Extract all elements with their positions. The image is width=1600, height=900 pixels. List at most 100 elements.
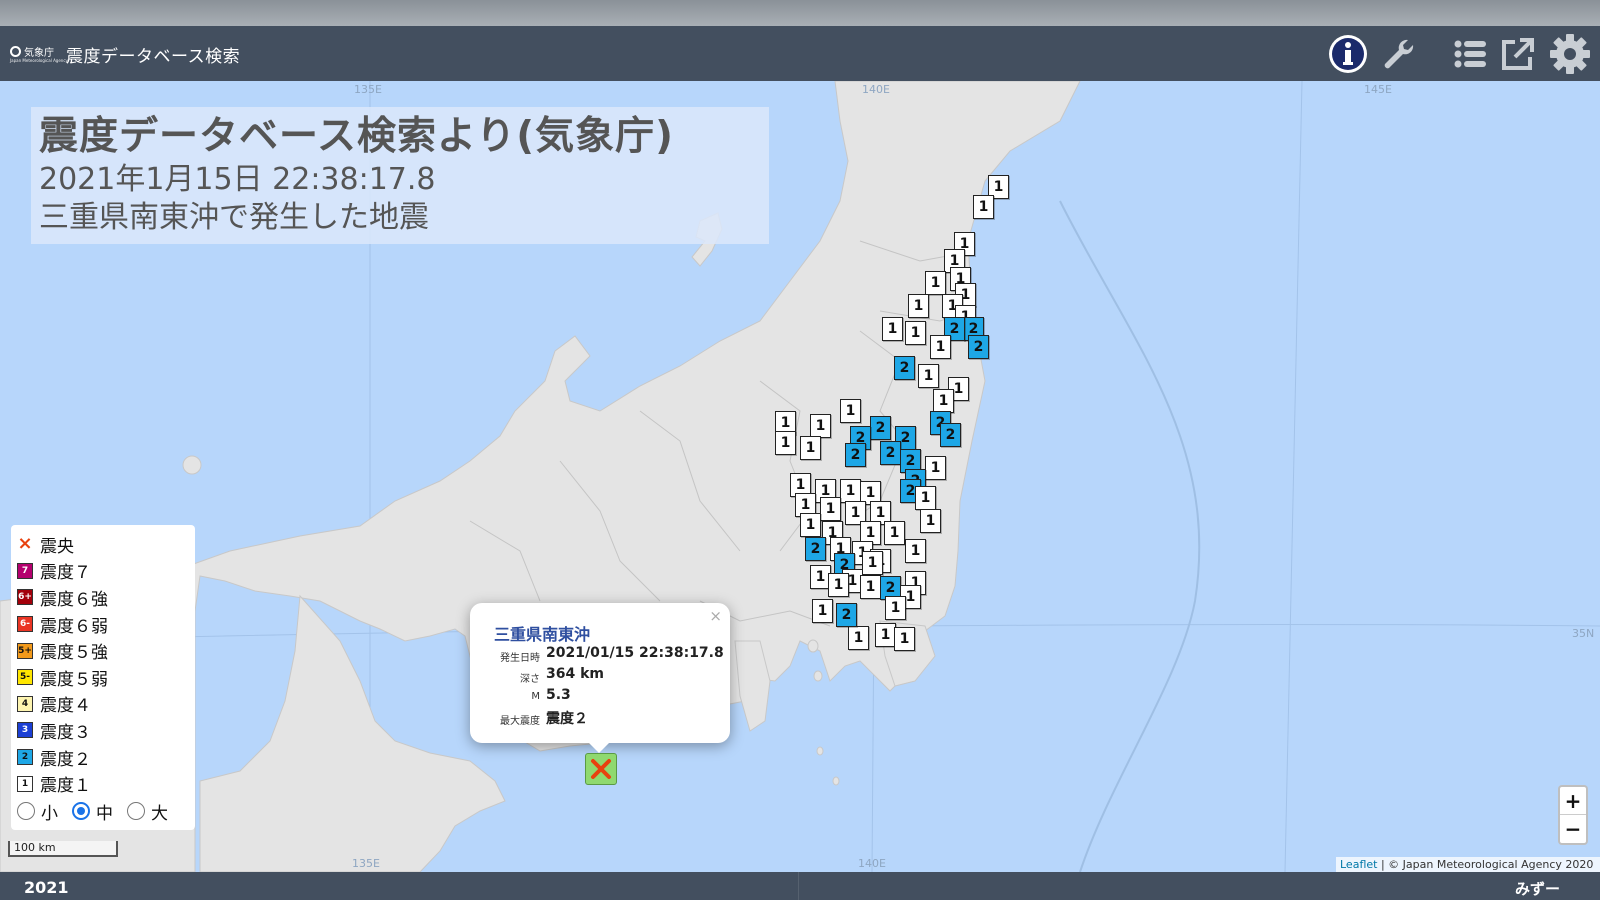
- station-marker[interactable]: 1: [800, 513, 821, 537]
- station-marker[interactable]: 1: [810, 414, 831, 438]
- legend-label: 震央: [40, 536, 74, 557]
- footer-bar: 2021 みずー: [0, 872, 1600, 900]
- jma-logo-subtext: Japan Meteorological Agency: [10, 58, 68, 63]
- tools-button[interactable]: [1376, 32, 1420, 76]
- station-marker[interactable]: 2: [968, 335, 989, 359]
- station-marker[interactable]: 1: [925, 271, 946, 295]
- size-radio-medium[interactable]: [72, 802, 90, 821]
- popup-row: 最大震度 震度２: [478, 708, 728, 728]
- station-marker[interactable]: 2: [940, 423, 961, 447]
- station-marker[interactable]: 1: [840, 399, 861, 423]
- station-marker[interactable]: 1: [862, 551, 883, 575]
- station-marker[interactable]: 2: [805, 537, 826, 561]
- header-bar: 気象庁 Japan Meteorological Agency 震度データベース…: [0, 26, 1600, 81]
- leaflet-link[interactable]: Leaflet: [1340, 858, 1377, 871]
- legend-items: × 震央 7 震度７ 6+ 震度６強 6- 震度６弱 5+ 震度５強 5- 震度５弱 4 震度４ 3 震度３ 2…: [17, 531, 189, 797]
- info-icon: [1329, 35, 1367, 73]
- popup-close-button[interactable]: ×: [709, 607, 722, 625]
- station-marker[interactable]: 1: [925, 456, 946, 480]
- size-label: 中: [96, 803, 113, 824]
- station-marker[interactable]: 2: [894, 356, 915, 380]
- station-marker[interactable]: 2: [845, 443, 866, 467]
- station-marker[interactable]: 1: [915, 486, 936, 510]
- station-marker[interactable]: 1: [775, 431, 796, 455]
- station-marker[interactable]: 1: [875, 623, 896, 647]
- station-marker[interactable]: 2: [880, 441, 901, 465]
- legend-row: 3 震度３: [17, 717, 189, 744]
- legend-row: 6+ 震度６強: [17, 584, 189, 611]
- size-radio-large[interactable]: [127, 802, 145, 821]
- legend-swatch-icon: 5+: [17, 642, 33, 659]
- popup-row: M 5.3: [478, 687, 728, 707]
- info-button[interactable]: [1326, 32, 1370, 76]
- graticule-label: 135E: [352, 857, 380, 870]
- station-marker[interactable]: 1: [828, 573, 849, 597]
- map-view[interactable]: 135E 140E 145E 135E 140E 35N 震度データベース検索よ…: [0, 81, 1600, 872]
- station-marker[interactable]: 1: [905, 539, 926, 563]
- station-marker[interactable]: 1: [908, 294, 929, 318]
- legend-swatch-icon: 2: [17, 749, 33, 766]
- station-marker[interactable]: 1: [918, 364, 939, 388]
- station-marker[interactable]: 1: [812, 599, 833, 623]
- zoom-in-button[interactable]: +: [1560, 787, 1586, 815]
- footer-divider: [798, 872, 799, 900]
- legend-swatch-icon: 3: [17, 722, 33, 739]
- scale-bar: 100 km: [8, 841, 118, 857]
- zoom-control: + −: [1558, 785, 1588, 845]
- legend-row: 2 震度２: [17, 744, 189, 771]
- legend-label: 震度２: [40, 749, 91, 770]
- legend-row: 5- 震度５弱: [17, 664, 189, 691]
- footer-user: みずー: [1514, 880, 1560, 898]
- app-title: 震度データベース検索: [66, 47, 241, 67]
- wrench-icon: [1384, 39, 1414, 69]
- popup-row-value: 震度２: [546, 711, 588, 727]
- external-link-button[interactable]: [1496, 32, 1540, 76]
- zoom-out-button[interactable]: −: [1560, 815, 1586, 843]
- station-marker[interactable]: 1: [860, 575, 881, 599]
- station-marker[interactable]: 1: [933, 389, 954, 413]
- legend-row: 1 震度１: [17, 770, 189, 797]
- station-marker[interactable]: 1: [820, 497, 841, 521]
- station-marker[interactable]: 1: [894, 627, 915, 651]
- jma-logo-text: 気象庁: [24, 48, 54, 59]
- graticule-label: 35N: [1572, 627, 1595, 640]
- size-label: 小: [41, 803, 58, 824]
- epicenter-marker[interactable]: [585, 753, 617, 785]
- size-radio-small[interactable]: [17, 802, 35, 821]
- station-marker[interactable]: 2: [870, 416, 891, 440]
- station-marker[interactable]: 2: [836, 603, 857, 627]
- app-window: 気象庁 Japan Meteorological Agency 震度データベース…: [0, 0, 1600, 900]
- legend-swatch-icon: 1: [17, 775, 33, 792]
- legend-label: 震度３: [40, 722, 91, 743]
- title-overlay: 震度データベース検索より(気象庁) 2021年1月15日 22:38:17.8 …: [31, 107, 769, 244]
- legend-swatch-icon: 6+: [17, 589, 33, 606]
- legend-label: 震度７: [40, 563, 91, 584]
- size-label: 大: [151, 803, 168, 824]
- popup-title: 三重県南東沖: [494, 625, 591, 644]
- station-marker[interactable]: 1: [848, 626, 869, 650]
- station-marker[interactable]: 1: [930, 335, 951, 359]
- station-marker[interactable]: 1: [800, 436, 821, 460]
- station-marker[interactable]: 1: [973, 195, 994, 219]
- station-marker[interactable]: 1: [920, 509, 941, 533]
- station-marker[interactable]: 1: [882, 317, 903, 341]
- list-icon: [1454, 40, 1486, 68]
- station-marker[interactable]: 1: [905, 321, 926, 345]
- settings-button[interactable]: [1548, 32, 1592, 76]
- graticule-label: 140E: [862, 83, 890, 96]
- station-marker[interactable]: 1: [885, 596, 906, 620]
- legend-swatch-icon: 5-: [17, 669, 33, 686]
- external-link-icon: [1502, 38, 1534, 70]
- popup-row-key: 深さ: [520, 674, 540, 685]
- attribution-text: | © Japan Meteorological Agency 2020: [1377, 858, 1594, 871]
- epicenter-x-icon: [591, 759, 611, 779]
- overlay-datetime: 2021年1月15日 22:38:17.8: [39, 162, 436, 197]
- station-marker[interactable]: 1: [884, 521, 905, 545]
- list-button[interactable]: [1448, 32, 1492, 76]
- legend-row: 4 震度４: [17, 691, 189, 718]
- popup-row-key: 最大震度: [500, 716, 540, 727]
- graticule-label: 145E: [1364, 83, 1392, 96]
- overlay-description: 三重県南東沖で発生した地震: [39, 200, 429, 235]
- legend-swatch-icon: 7: [17, 562, 33, 579]
- station-marker[interactable]: 1: [840, 479, 861, 503]
